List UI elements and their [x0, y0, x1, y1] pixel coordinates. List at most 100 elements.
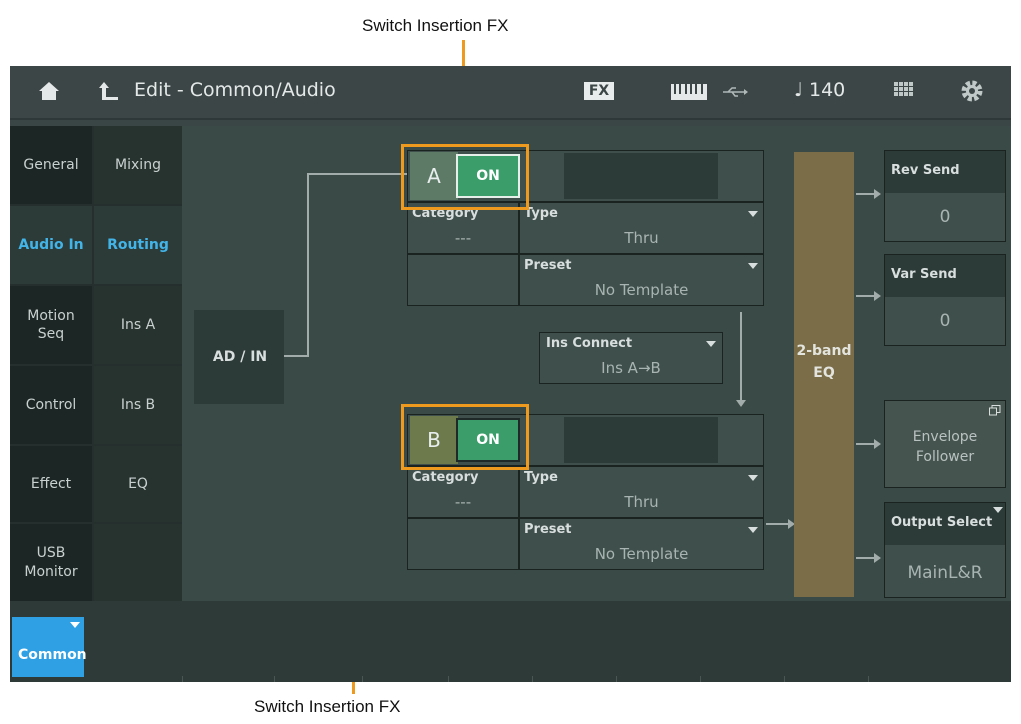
output-select-dropdown-icon: [993, 507, 1003, 513]
ad-in-block: AD / IN: [194, 310, 284, 404]
route-to-insA: [307, 173, 407, 175]
common-label: Common: [18, 647, 87, 663]
keyboard-icon: [671, 84, 707, 100]
ins-b-category-label: Category: [412, 470, 479, 485]
footer-tick: [182, 676, 183, 682]
footer-tick: [616, 676, 617, 682]
ins-b-category-box[interactable]: Category ---: [407, 466, 519, 518]
nav-routing[interactable]: Routing: [94, 206, 182, 284]
route-eq-rev-arrow: [874, 189, 881, 199]
footer-tick: [274, 676, 275, 682]
route-a-to-b: [740, 312, 742, 402]
nav-usb-monitor[interactable]: USB Monitor: [10, 524, 92, 601]
route-adin-v: [307, 173, 309, 357]
callout-top-label: Switch Insertion FX: [362, 16, 509, 35]
highlight-ins-a-switch: [401, 144, 529, 210]
highlight-ins-b-switch: [401, 404, 529, 470]
output-select-value: MainL&R: [907, 563, 983, 583]
ins-a-type-dropdown-icon: [748, 211, 758, 217]
envelope-follower-label: Envelope Follower: [912, 429, 978, 465]
nav-mixing[interactable]: Mixing: [94, 126, 182, 204]
nav-effect[interactable]: Effect: [10, 446, 92, 522]
route-eq-var-arrow: [874, 291, 881, 301]
nav-ins-b-label: Ins B: [120, 396, 156, 413]
ins-b-preset-box[interactable]: Preset No Template: [519, 518, 764, 570]
ins-a-slot: [564, 153, 718, 199]
rev-send-value: 0: [939, 207, 951, 227]
ins-a-type-box[interactable]: Type Thru: [519, 202, 764, 254]
var-send-box[interactable]: Var Send 0: [884, 254, 1006, 346]
tempo-display[interactable]: ♩ 140: [794, 79, 845, 101]
grid-icon[interactable]: [894, 82, 914, 100]
ins-b-category-value: ---: [454, 493, 472, 511]
home-icon[interactable]: [38, 80, 60, 102]
ins-b-slot: [564, 417, 718, 463]
ins-b-type-dropdown-icon: [748, 475, 758, 481]
back-arrow-icon[interactable]: [98, 80, 120, 102]
ins-connect-dropdown-icon: [706, 341, 716, 347]
route-eq-env: [856, 443, 876, 445]
footer-tick: [868, 676, 869, 682]
eq-block[interactable]: 2-band EQ: [794, 152, 854, 597]
route-eq-env-arrow: [874, 439, 881, 449]
nav-ins-b[interactable]: Ins B: [94, 366, 182, 444]
footer-tick: [362, 676, 363, 682]
fx-badge[interactable]: FX: [584, 82, 614, 100]
nav-ins-a-label: Ins A: [120, 316, 156, 333]
gear-icon[interactable]: [960, 79, 984, 103]
envelope-follower-button[interactable]: Envelope Follower: [884, 400, 1006, 488]
nav-empty: [94, 524, 182, 601]
ins-a-category-value: ---: [454, 229, 472, 247]
nav-general[interactable]: General: [10, 126, 92, 204]
rev-send-box[interactable]: Rev Send 0: [884, 150, 1006, 242]
nav-mixing-label: Mixing: [115, 156, 161, 173]
ins-a-type-label: Type: [524, 206, 558, 221]
nav-motion-seq[interactable]: Motion Seq: [10, 286, 92, 364]
nav-eq[interactable]: EQ: [94, 446, 182, 522]
ins-connect-label: Ins Connect: [546, 336, 633, 351]
ins-b-type-box[interactable]: Type Thru: [519, 466, 764, 518]
route-a-to-b-arrow: [736, 400, 746, 407]
ins-b-blank-box: [407, 518, 519, 570]
nav-eq-label: EQ: [128, 475, 148, 492]
nav-audio-in-label: Audio In: [18, 236, 84, 253]
route-b-to-eq: [766, 523, 790, 525]
nav-effect-label: Effect: [30, 475, 72, 492]
page-title: Edit - Common/Audio: [134, 79, 336, 101]
nav-audio-in[interactable]: Audio In: [10, 206, 92, 284]
ins-a-preset-value: No Template: [594, 281, 689, 299]
rev-send-label: Rev Send: [891, 163, 960, 178]
route-adin-h: [284, 355, 308, 357]
nav-ins-a[interactable]: Ins A: [94, 286, 182, 364]
route-eq-out-arrow: [874, 553, 881, 563]
route-eq-rev: [856, 193, 876, 195]
ins-b-preset-label: Preset: [524, 522, 572, 537]
common-button[interactable]: Common: [12, 617, 87, 677]
ins-connect-box[interactable]: Ins Connect Ins A→B: [539, 332, 723, 384]
nav-routing-label: Routing: [107, 236, 169, 253]
ins-b-type-value: Thru: [624, 493, 659, 511]
route-eq-var: [856, 295, 876, 297]
usb-icon: [723, 87, 748, 97]
nav-general-label: General: [23, 156, 79, 173]
ins-b-type-label: Type: [524, 470, 558, 485]
nav-usb-monitor-label: USB Monitor: [24, 545, 78, 580]
eq-label: 2-band EQ: [796, 343, 852, 381]
nav-control[interactable]: Control: [10, 366, 92, 444]
ins-a-type-value: Thru: [624, 229, 659, 247]
route-eq-out: [856, 557, 876, 559]
header-bar: Edit - Common/Audio FX ♩ 140: [10, 66, 1011, 118]
footer-tick: [532, 676, 533, 682]
footer-tick: [448, 676, 449, 682]
ins-connect-value: Ins A→B: [601, 359, 661, 377]
footer-tick: [784, 676, 785, 682]
ins-b-preset-dropdown-icon: [748, 527, 758, 533]
common-dropdown-icon: [70, 622, 80, 628]
popup-window-icon: [989, 405, 1001, 416]
ins-a-preset-box[interactable]: Preset No Template: [519, 254, 764, 306]
output-select-box[interactable]: Output Select MainL&R: [884, 502, 1006, 598]
ins-a-preset-label: Preset: [524, 258, 572, 273]
footer-bar: [10, 601, 1011, 682]
footer-tick: [700, 676, 701, 682]
output-select-label: Output Select: [891, 515, 993, 530]
